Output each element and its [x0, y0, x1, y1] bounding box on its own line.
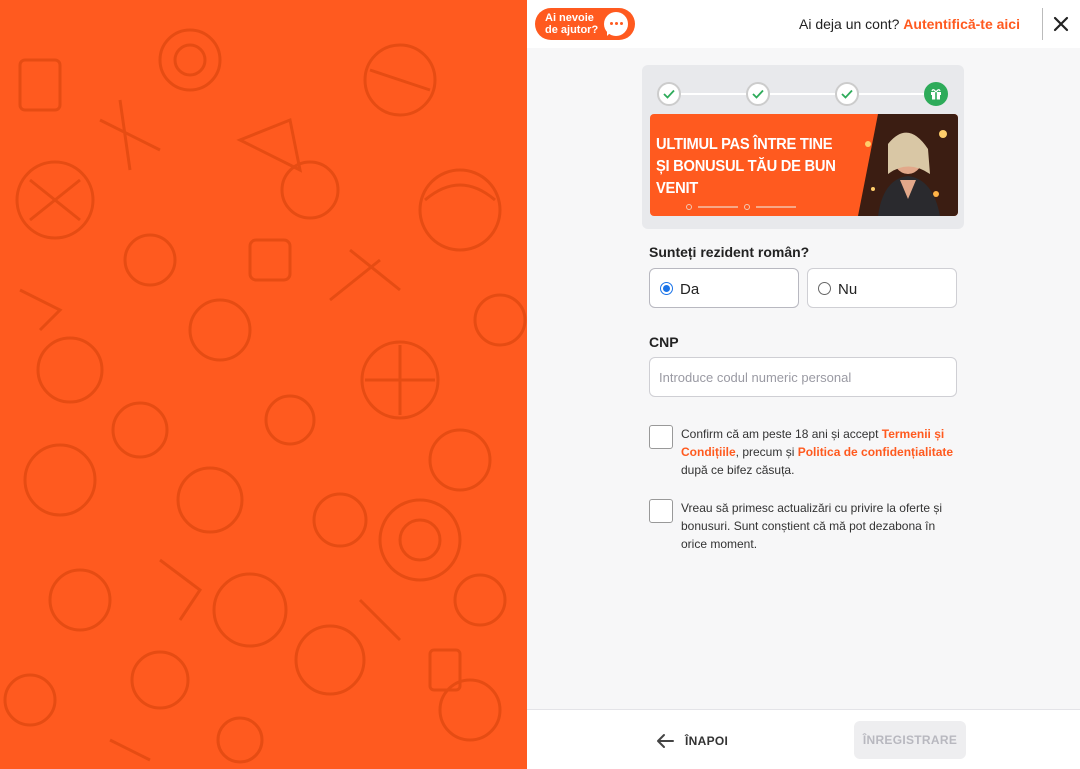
step-connector	[769, 93, 845, 95]
login-prompt-text: Ai deja un cont?	[799, 16, 900, 32]
resident-option-da[interactable]: Da	[649, 268, 799, 308]
step-connector	[680, 93, 756, 95]
footer-bar: ÎNAPOI ÎNREGISTRARE	[527, 709, 1080, 769]
step-connector	[858, 93, 934, 95]
sports-pattern-panel	[0, 0, 527, 769]
privacy-policy-link[interactable]: Politica de confidențialitate	[798, 445, 953, 459]
checkmark-icon	[663, 89, 675, 99]
progress-card: Ultimul pas între tine și bonusul tău de…	[642, 65, 964, 229]
help-label: Ai nevoie de ajutor?	[545, 12, 599, 36]
login-prompt: Ai deja un cont? Autentifică-te aici	[799, 16, 1020, 32]
divider	[1042, 8, 1043, 40]
resident-question: Sunteți rezident român?	[649, 244, 810, 260]
back-button[interactable]: ÎNAPOI	[655, 730, 728, 752]
sports-pattern-illustration	[3, 28, 527, 764]
step-2-complete	[746, 82, 770, 106]
terms-text-prefix: Confirm că am peste 18 ani și accept	[681, 427, 882, 441]
top-bar: Ai nevoie de ajutor? Ai deja un cont? Au…	[527, 0, 1080, 48]
resident-option-label: Da	[680, 281, 700, 298]
marketing-consent-text: Vreau să primesc actualizări cu privire …	[681, 501, 942, 551]
resident-option-label: Nu	[838, 281, 858, 298]
registration-panel: Ai nevoie de ajutor? Ai deja un cont? Au…	[527, 0, 1080, 769]
register-button[interactable]: ÎNREGISTRARE	[854, 721, 966, 759]
terms-text-middle: , precum și	[735, 445, 798, 459]
login-link[interactable]: Autentifică-te aici	[903, 16, 1020, 32]
step-4-current	[924, 82, 948, 106]
terms-consent-text: Confirm că am peste 18 ani și accept Ter…	[681, 425, 961, 479]
sponsor-logos	[686, 204, 796, 210]
arrow-left-icon	[657, 734, 674, 748]
checkmark-icon	[752, 89, 764, 99]
step-3-complete	[835, 82, 859, 106]
close-button[interactable]	[1051, 14, 1071, 34]
radio-selected-icon	[660, 282, 673, 295]
promo-person-image	[848, 114, 958, 216]
resident-option-nu[interactable]: Nu	[807, 268, 957, 308]
radio-unselected-icon	[818, 282, 831, 295]
welcome-bonus-banner: Ultimul pas între tine și bonusul tău de…	[650, 114, 958, 216]
terms-text-suffix: după ce bifez căsuța.	[681, 463, 795, 477]
cnp-label: CNP	[649, 334, 679, 350]
chat-bubble-icon	[604, 12, 628, 36]
cnp-input[interactable]	[649, 357, 957, 397]
step-1-complete	[657, 82, 681, 106]
banner-title: Ultimul pas între tine și bonusul tău de…	[656, 136, 836, 197]
terms-checkbox[interactable]	[649, 425, 673, 449]
help-button[interactable]: Ai nevoie de ajutor?	[535, 8, 635, 40]
back-label: ÎNAPOI	[685, 734, 729, 748]
gift-icon	[931, 89, 941, 100]
marketing-checkbox[interactable]	[649, 499, 673, 523]
close-icon	[1053, 16, 1069, 32]
checkmark-icon	[841, 89, 853, 99]
